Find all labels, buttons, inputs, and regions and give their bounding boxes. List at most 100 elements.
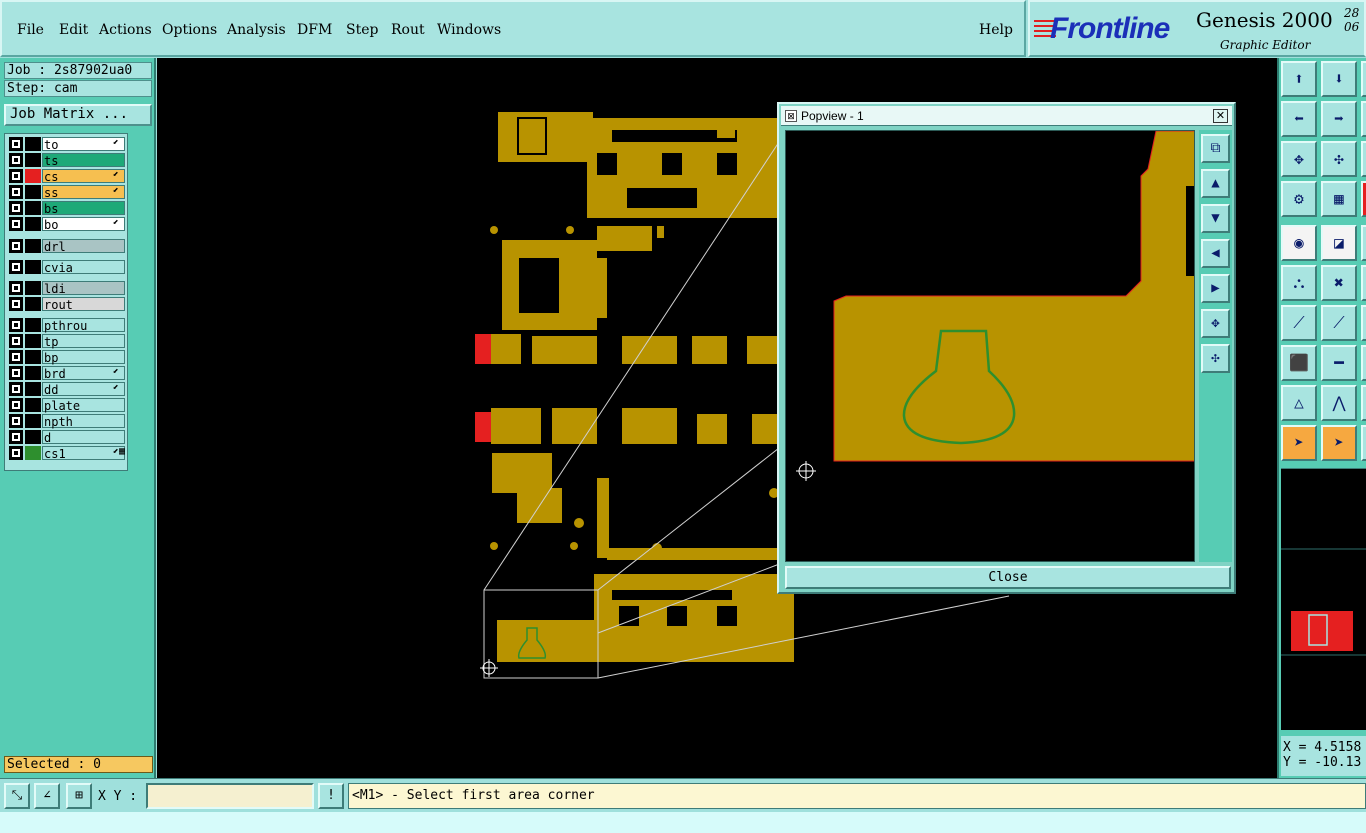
layer-name[interactable]: rout bbox=[42, 297, 125, 312]
layer-color-swatch[interactable] bbox=[25, 414, 41, 428]
menu-file[interactable]: File bbox=[17, 22, 44, 38]
layer-row-plate[interactable]: plate bbox=[7, 398, 127, 413]
line-draw-icon[interactable]: ⟋ bbox=[1321, 305, 1357, 341]
layer-color-swatch[interactable] bbox=[25, 350, 41, 364]
pan-right-icon[interactable]: ▶ bbox=[1201, 274, 1230, 303]
menu-windows[interactable]: Windows bbox=[437, 22, 501, 38]
pan-up-icon[interactable]: ⬆ bbox=[1281, 61, 1317, 97]
layer-name[interactable]: plate bbox=[42, 398, 125, 413]
layer-color-swatch[interactable] bbox=[25, 217, 41, 231]
layer-color-swatch[interactable] bbox=[25, 382, 41, 396]
layer-color-swatch[interactable] bbox=[25, 169, 41, 183]
layer-row-ldi[interactable]: ldi bbox=[7, 281, 127, 296]
layer-color-swatch[interactable] bbox=[25, 398, 41, 412]
layer-row-dd[interactable]: dd ⬋ bbox=[7, 382, 127, 397]
grid-snap-icon[interactable]: ⊞ bbox=[66, 783, 92, 809]
grid-icon[interactable]: ▦ bbox=[1321, 181, 1357, 217]
layer-row-tp[interactable]: tp bbox=[7, 334, 127, 349]
pan-left-icon[interactable]: ◀ bbox=[1201, 239, 1230, 268]
layer-color-swatch[interactable] bbox=[25, 334, 41, 348]
layer-checkbox[interactable] bbox=[9, 430, 23, 444]
partial-tool-icon[interactable] bbox=[1361, 101, 1366, 137]
partial-tool-icon[interactable] bbox=[1361, 61, 1366, 97]
layer-color-swatch[interactable] bbox=[25, 366, 41, 380]
layer-row-d[interactable]: d bbox=[7, 430, 127, 445]
layer-name[interactable]: pthrou bbox=[42, 318, 125, 333]
zoom-area-icon[interactable]: ⤡ bbox=[4, 783, 30, 809]
zoom-fit-icon[interactable]: ⧉ bbox=[1201, 134, 1230, 163]
zoom-in-icon[interactable]: ✥ bbox=[1201, 309, 1230, 338]
layer-row-cs1[interactable]: cs1 ⬋▦ bbox=[7, 446, 127, 461]
layer-row-cs[interactable]: cs ⬋ bbox=[7, 169, 127, 184]
layer-checkbox[interactable] bbox=[9, 334, 23, 348]
layer-checkbox[interactable] bbox=[9, 153, 23, 167]
layer-row-drl[interactable]: drl bbox=[7, 239, 127, 254]
partial-tool-icon[interactable] bbox=[1361, 425, 1366, 461]
partial-tool-icon[interactable] bbox=[1361, 385, 1366, 421]
window-menu-icon[interactable]: ⊠ bbox=[785, 110, 797, 122]
layer-row-npth[interactable]: npth bbox=[7, 414, 127, 429]
layer-row-bo[interactable]: bo ⬋ bbox=[7, 217, 127, 232]
angle-icon[interactable]: ∠ bbox=[34, 783, 60, 809]
alert-icon[interactable]: ! bbox=[318, 783, 344, 809]
job-matrix-button[interactable]: Job Matrix ... bbox=[4, 104, 152, 126]
layer-name[interactable]: bs bbox=[42, 201, 125, 216]
layer-row-cvia[interactable]: cvia bbox=[7, 260, 127, 275]
pan-down-icon[interactable]: ⬇ bbox=[1321, 61, 1357, 97]
arc-tool-icon[interactable]: ⋀ bbox=[1321, 385, 1357, 421]
menu-dfm[interactable]: DFM bbox=[297, 22, 332, 38]
partial-tool-icon[interactable] bbox=[1361, 225, 1366, 261]
pan-down-icon[interactable]: ▼ bbox=[1201, 204, 1230, 233]
layer-color-swatch[interactable] bbox=[25, 318, 41, 332]
close-icon[interactable]: ✕ bbox=[1213, 109, 1228, 123]
partial-tool-icon[interactable] bbox=[1361, 305, 1366, 341]
layer-color-swatch[interactable] bbox=[25, 446, 41, 460]
delete-feature-icon[interactable]: ✖ bbox=[1321, 265, 1357, 301]
zoom-out-icon[interactable]: ✣ bbox=[1321, 141, 1357, 177]
layer-row-to[interactable]: to ⬋ bbox=[7, 137, 127, 152]
layer-name[interactable]: cvia bbox=[42, 260, 125, 275]
snap-icon[interactable]: ◉ bbox=[1281, 225, 1317, 261]
layer-checkbox[interactable] bbox=[9, 297, 23, 311]
layer-color-swatch[interactable] bbox=[25, 185, 41, 199]
net-icon[interactable]: ⛬ bbox=[1281, 265, 1317, 301]
menu-actions[interactable]: Actions bbox=[99, 22, 152, 38]
menu-edit[interactable]: Edit bbox=[59, 22, 88, 38]
layer-name[interactable]: ldi bbox=[42, 281, 125, 296]
menu-options[interactable]: Options bbox=[162, 22, 217, 38]
layer-checkbox[interactable] bbox=[9, 260, 23, 274]
layer-color-swatch[interactable] bbox=[25, 239, 41, 253]
pan-left-icon[interactable]: ⬅ bbox=[1281, 101, 1317, 137]
layer-name[interactable]: ts bbox=[42, 153, 125, 168]
layer-checkbox[interactable] bbox=[9, 217, 23, 231]
layer-row-bp[interactable]: bp bbox=[7, 350, 127, 365]
layer-color-swatch[interactable] bbox=[25, 153, 41, 167]
layer-row-rout[interactable]: rout bbox=[7, 297, 127, 312]
layer-row-ts[interactable]: ts bbox=[7, 153, 127, 168]
xy-input[interactable] bbox=[146, 783, 314, 809]
pad-tool-icon[interactable]: ⬛ bbox=[1281, 345, 1317, 381]
layer-name[interactable]: tp bbox=[42, 334, 125, 349]
layer-checkbox[interactable] bbox=[9, 446, 23, 460]
layer-color-swatch[interactable] bbox=[25, 201, 41, 215]
line-tool-icon[interactable]: ⟋ bbox=[1281, 305, 1317, 341]
layer-color-swatch[interactable] bbox=[25, 430, 41, 444]
pointer-icon[interactable]: ➤ bbox=[1281, 425, 1317, 461]
menu-rout[interactable]: Rout bbox=[391, 22, 425, 38]
partial-tool-icon[interactable] bbox=[1361, 141, 1366, 177]
select-box-icon[interactable]: ◪ bbox=[1321, 225, 1357, 261]
layer-checkbox[interactable] bbox=[9, 382, 23, 396]
layer-checkbox[interactable] bbox=[9, 169, 23, 183]
layer-checkbox[interactable] bbox=[9, 414, 23, 428]
layer-color-swatch[interactable] bbox=[25, 297, 41, 311]
layer-checkbox[interactable] bbox=[9, 201, 23, 215]
zoom-in-icon[interactable]: ✥ bbox=[1281, 141, 1317, 177]
layer-name[interactable]: drl bbox=[42, 239, 125, 254]
layer-checkbox[interactable] bbox=[9, 281, 23, 295]
layer-checkbox[interactable] bbox=[9, 398, 23, 412]
partial-tool-icon[interactable] bbox=[1361, 181, 1366, 217]
pan-right-icon[interactable]: ➡ bbox=[1321, 101, 1357, 137]
layer-row-brd[interactable]: brd ⬋ bbox=[7, 366, 127, 381]
menu-help[interactable]: Help bbox=[979, 22, 1013, 38]
popview-titlebar[interactable]: ⊠ Popview - 1 ✕ bbox=[781, 106, 1232, 126]
